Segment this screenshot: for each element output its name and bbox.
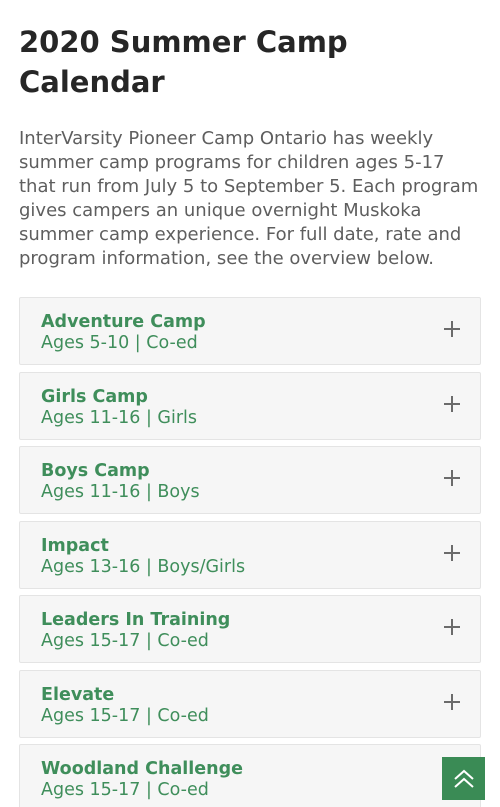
accordion-item-subtitle: Ages 15-17 | Co-ed: [41, 631, 209, 651]
accordion-item-boys-camp[interactable]: Boys Camp Ages 11-16 | Boys: [19, 446, 481, 514]
accordion-item-title: Boys Camp: [41, 461, 150, 481]
accordion-item-title: Woodland Challenge: [41, 759, 243, 779]
plus-icon[interactable]: [444, 470, 460, 486]
plus-icon[interactable]: [444, 619, 460, 635]
plus-icon[interactable]: [444, 321, 460, 337]
accordion-item-impact[interactable]: Impact Ages 13-16 | Boys/Girls: [19, 520, 481, 589]
page-title: 2020 Summer Camp Calendar: [19, 25, 348, 99]
double-chevron-up-icon: [453, 769, 474, 788]
accordion-item-elevate[interactable]: Elevate Ages 15-17 | Co-ed: [19, 669, 481, 738]
accordion-item-title: Girls Camp: [41, 386, 148, 407]
accordion-item-title: Adventure Camp: [41, 312, 206, 332]
accordion-item-subtitle: Ages 5-10 | Co-ed: [41, 333, 198, 353]
accordion-item-subtitle: Ages 15-17 | Co-ed: [41, 705, 209, 726]
accordion-item-subtitle: Ages 15-17 | Co-ed: [41, 780, 209, 800]
page: 2020 Summer Camp Calendar InterVarsity P…: [0, 0, 500, 807]
scroll-to-top-button[interactable]: [442, 757, 485, 800]
intro-paragraph: InterVarsity Pioneer Camp Ontario has we…: [19, 128, 479, 269]
accordion-item-title: Leaders In Training: [41, 610, 231, 630]
accordion-item-leaders-in-training[interactable]: Leaders In Training Ages 15-17 | Co-ed: [19, 595, 481, 663]
accordion-item-subtitle: Ages 13-16 | Boys/Girls: [41, 556, 246, 577]
program-accordion: Adventure Camp Ages 5-10 | Co-ed Girls C…: [19, 297, 481, 807]
accordion-item-woodland-challenge[interactable]: Woodland Challenge Ages 15-17 | Co-ed: [19, 744, 481, 807]
accordion-item-adventure-camp[interactable]: Adventure Camp Ages 5-10 | Co-ed: [19, 297, 481, 365]
accordion-item-title: Elevate: [41, 684, 115, 705]
plus-icon[interactable]: [444, 395, 460, 412]
accordion-item-girls-camp[interactable]: Girls Camp Ages 11-16 | Girls: [19, 371, 481, 440]
accordion-item-subtitle: Ages 11-16 | Boys: [41, 482, 200, 502]
accordion-item-subtitle: Ages 11-16 | Girls: [41, 407, 197, 428]
accordion-item-title: Impact: [41, 535, 109, 556]
plus-icon[interactable]: [444, 693, 460, 710]
plus-icon[interactable]: [444, 544, 460, 561]
